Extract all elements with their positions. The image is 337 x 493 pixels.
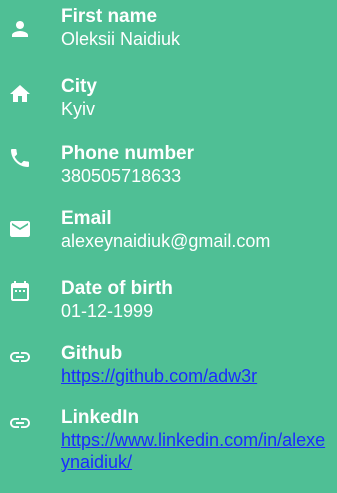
phone-icon [8,146,32,170]
field-label: Email [61,208,112,229]
field-value: alexeynaidiuk@gmail.com [61,231,271,251]
field-value: 01-12-1999 [61,301,154,321]
calendar-icon [8,279,32,303]
person-icon [8,17,32,41]
github-link[interactable]: https://github.com/adw3r [61,365,333,387]
field-value: Kyiv [61,99,96,119]
link-icon [8,345,32,369]
field-label: Phone number [61,143,195,164]
link-icon [8,411,32,435]
field-value: Oleksii Naidiuk [61,29,181,49]
field-value: 380505718633 [61,166,182,186]
field-label: Date of birth [61,278,173,299]
email-icon [8,217,32,241]
field-label: Github [61,343,123,364]
field-label: City [61,76,97,97]
home-icon [8,82,32,106]
field-label: First name [61,6,158,27]
field-label: LinkedIn [61,407,140,428]
linkedin-link[interactable]: https://www.linkedin.com/in/alexeynaidiu… [61,429,333,473]
